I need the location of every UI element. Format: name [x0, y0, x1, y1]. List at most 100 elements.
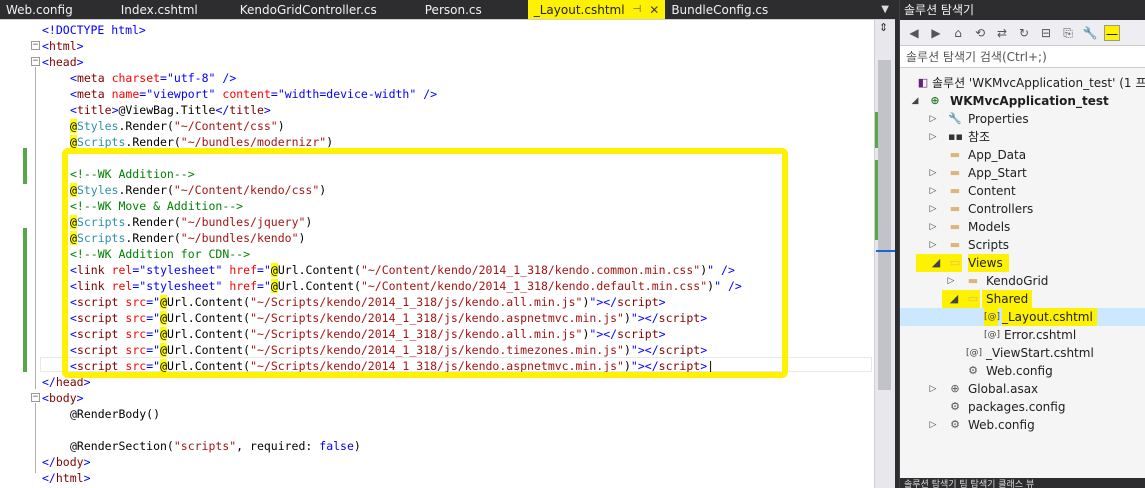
tree-item-label: Scripts: [968, 238, 1010, 252]
fold-toggle-icon[interactable]: −: [31, 41, 40, 50]
code-line: <script src="@Url.Content("~/Scripts/ken…: [70, 295, 666, 309]
folder-icon: ▬: [967, 274, 979, 287]
sync-icon[interactable]: ⇄: [994, 25, 1010, 41]
code-line: <!--WK Addition for CDN-->: [70, 246, 250, 262]
tree-item-views[interactable]: ◢ ▭ Views: [900, 254, 1145, 272]
collapse-arrow-icon[interactable]: ▷: [928, 164, 938, 182]
folder-icon: ▬: [949, 220, 961, 233]
code-line: <head>: [42, 55, 84, 69]
code-editor[interactable]: − − − <!DOCTYPE html> <html> <head> <met…: [0, 19, 895, 488]
collapse-arrow-icon[interactable]: ▷: [928, 236, 938, 254]
collapse-arrow-icon[interactable]: ▷: [928, 380, 938, 398]
code-text: .Render(: [125, 135, 181, 149]
code-text: , required:: [236, 439, 320, 453]
expand-arrow-icon[interactable]: ◢: [942, 290, 966, 308]
collapse-all-icon[interactable]: ⊟: [1038, 25, 1054, 41]
code-line: <!--WK Addition-->: [70, 166, 195, 182]
collapse-arrow-icon[interactable]: ▷: [928, 218, 938, 236]
tab-index-cshtml[interactable]: Index.cshtml: [115, 0, 204, 19]
tree-item-content[interactable]: ▷ ▬ Content: [900, 182, 1145, 200]
string-literal: "~/Content/css": [173, 119, 278, 133]
tree-item-label: _ViewStart.cshtml: [986, 346, 1094, 360]
collapse-arrow-icon[interactable]: ▷: [928, 110, 938, 128]
tree-item-label: _Layout.cshtml: [1002, 308, 1097, 326]
razor-object: Styles: [76, 119, 119, 133]
keyword: false: [319, 439, 354, 453]
tree-item-packages-config[interactable]: ⚙ packages.config: [900, 398, 1145, 416]
tree-item-label: 솔루션 'WKMvcApplication_test' (1 프로: [932, 76, 1145, 90]
tab-web-config[interactable]: Web.config: [0, 0, 79, 19]
tree-item-label: 참조: [968, 130, 991, 144]
solution-explorer: 솔루션 탐색기 ◀ ▶ ⌂ ⟲ ⇄ ↻ ⊟ ⎘ 🔧 — 솔루션 탐색기 검색(C…: [899, 0, 1145, 488]
razor-object: Scripts: [76, 231, 126, 245]
collapse-arrow-icon[interactable]: ▷: [928, 182, 938, 200]
fold-toggle-icon[interactable]: −: [31, 393, 40, 402]
collapse-arrow-icon[interactable]: ▷: [928, 128, 938, 146]
panel-bottom-tabs[interactable]: 솔루션 탐색기 팀 탐색기 클래스 뷰: [900, 478, 1145, 488]
folder-icon: ▬: [949, 148, 961, 161]
tab-person-cs[interactable]: Person.cs: [419, 0, 488, 19]
code-line: <script src="@Url.Content("~/Scripts/ken…: [70, 343, 708, 357]
razor-file-icon: [@]: [966, 348, 983, 358]
forward-icon[interactable]: ▶: [928, 25, 944, 41]
folder-icon: ▬: [949, 166, 961, 179]
history-icon[interactable]: ⟲: [972, 25, 988, 41]
attr-name: charset: [111, 71, 161, 85]
tree-item-models[interactable]: ▷ ▬ Models: [900, 218, 1145, 236]
tree-item-controllers[interactable]: ▷ ▬ Controllers: [900, 200, 1145, 218]
tree-item-solution[interactable]: ◧ 솔루션 'WKMvcApplication_test' (1 프로: [900, 74, 1145, 92]
tree-item-references[interactable]: ▷ ▪▪ 참조: [900, 128, 1145, 146]
tag-name: html: [48, 39, 77, 53]
string-literal: "~/Scripts/kendo/2014_1_318/js/kendo.asp…: [250, 359, 624, 373]
back-icon[interactable]: ◀: [906, 25, 922, 41]
tab-bundleconfig-cs[interactable]: BundleConfig.cs: [665, 0, 774, 19]
doctype: <!DOCTYPE html>: [42, 23, 146, 37]
tree-item-app-data[interactable]: ▬ App_Data: [900, 146, 1145, 164]
references-icon: ▪▪: [948, 130, 963, 143]
tab-overflow-dropdown-icon[interactable]: ▼: [881, 0, 889, 19]
tab-kendogrid-controller[interactable]: KendoGridController.cs: [234, 0, 383, 19]
tree-item-label: WKMvcApplication_test: [950, 94, 1109, 108]
comment: <!--WK Addition-->: [70, 167, 195, 181]
wrench-icon[interactable]: 🔧: [1082, 25, 1098, 41]
tab-layout-cshtml[interactable]: _Layout.cshtml ⊣ ✕: [527, 0, 666, 19]
tree-item-viewstart[interactable]: [@] _ViewStart.cshtml: [900, 344, 1145, 362]
comment: <!--WK Move & Addition-->: [70, 199, 244, 213]
code-line: @RenderSection("scripts", required: fals…: [70, 438, 361, 454]
tree-item-global-asax[interactable]: ▷ ⊕ Global.asax: [900, 380, 1145, 398]
tree-item-label: Content: [968, 184, 1016, 198]
home-icon[interactable]: ⌂: [950, 25, 966, 41]
tree-item-error-cshtml[interactable]: [@] Error.cshtml: [900, 326, 1145, 344]
tree-item-views-web-config[interactable]: ⚙ Web.config: [900, 362, 1145, 380]
tab-label: Web.config: [6, 2, 73, 17]
tree-item-web-config[interactable]: ▷ ⚙ Web.config: [900, 416, 1145, 434]
collapse-arrow-icon[interactable]: ▷: [928, 416, 938, 434]
close-icon[interactable]: ✕: [649, 3, 659, 17]
editor-scrollbar[interactable]: ⇕: [874, 20, 895, 488]
code-line: <body>: [42, 391, 84, 405]
tree-item-app-start[interactable]: ▷ ▬ App_Start: [900, 164, 1145, 182]
tree-item-label: packages.config: [968, 400, 1066, 414]
solution-search-input[interactable]: 솔루션 탐색기 검색(Ctrl+;): [900, 46, 1145, 68]
collapse-arrow-icon[interactable]: ▷: [928, 200, 938, 218]
attr-value: "utf-8": [166, 71, 216, 85]
scrollbar-thumb[interactable]: [878, 60, 891, 390]
expand-arrow-icon[interactable]: ◢: [910, 92, 920, 110]
code-line: @Styles.Render("~/Content/kendo/css"): [70, 183, 327, 197]
tree-item-properties[interactable]: ▷ 🔧 Properties: [900, 110, 1145, 128]
tree-item-kendogrid[interactable]: ▷ ▬ KendoGrid: [900, 272, 1145, 290]
tree-item-project[interactable]: ◢ ⊕ WKMvcApplication_test: [900, 92, 1145, 110]
split-icon[interactable]: ⇕: [879, 21, 888, 34]
code-line: <html>: [42, 39, 84, 53]
razor-object: Scripts: [76, 135, 126, 149]
tree-item-layout-cshtml[interactable]: [@] _Layout.cshtml: [900, 308, 1145, 326]
copy-icon[interactable]: ⎘: [1060, 25, 1076, 41]
tree-item-shared[interactable]: ◢ ▭ Shared: [900, 290, 1145, 308]
fold-toggle-icon[interactable]: −: [31, 57, 40, 66]
tree-item-scripts[interactable]: ▷ ▬ Scripts: [900, 236, 1145, 254]
pin-icon[interactable]: ⊣: [633, 4, 642, 15]
refresh-icon[interactable]: ↻: [1016, 25, 1032, 41]
attr-name: content: [222, 87, 271, 101]
collapse-arrow-icon[interactable]: ▷: [946, 272, 956, 290]
pin-icon[interactable]: —: [1104, 24, 1120, 41]
